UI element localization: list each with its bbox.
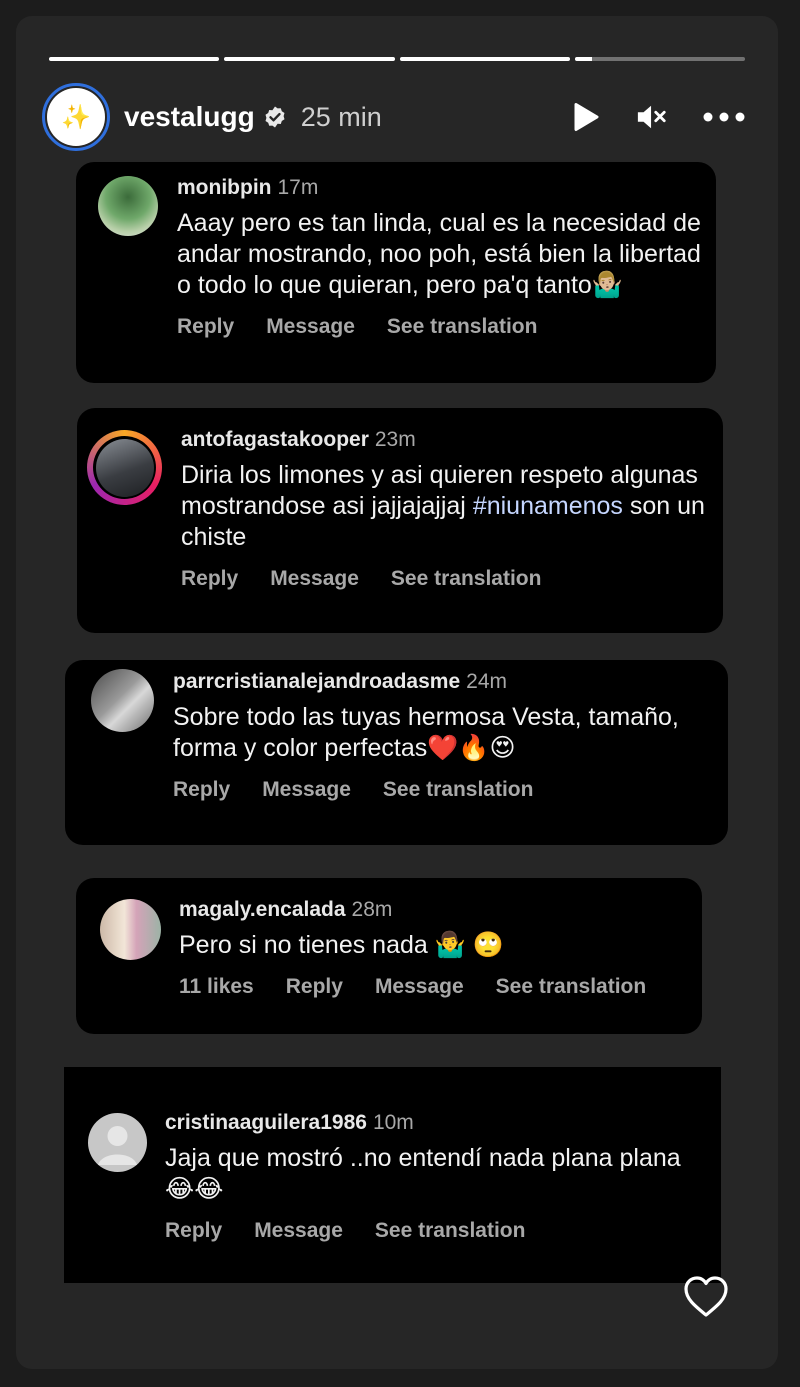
comment-username[interactable]: cristinaaguilera1986 [165,1111,367,1134]
comment-card: antofagastakooper 23m Diria los limones y… [77,408,723,633]
comment-card: monibpin 17m Aaay pero es tan linda, cual… [76,162,716,383]
see-translation-button[interactable]: See translation [391,567,542,591]
hashtag-link[interactable]: #niunamenos [473,492,623,520]
heart-icon [684,1276,728,1317]
progress-segment [574,57,745,61]
see-translation-button[interactable]: See translation [496,975,647,999]
reply-button[interactable]: Reply [173,778,230,802]
comment-meta: magaly.encalada 28m [179,898,699,922]
comment-text: Sobre todo las tuyas hermosa Vesta, tama… [173,703,679,762]
comment-username[interactable]: magaly.encalada [179,898,346,921]
story-time: 25 min [300,101,382,132]
see-translation-button[interactable]: See translation [375,1219,526,1243]
message-button[interactable]: Message [262,778,351,802]
story-controls [570,101,746,133]
mute-icon [637,105,666,129]
comment-meta: parrcristianalejandroadasme 24m [173,670,723,694]
default-avatar-icon [98,1126,137,1165]
verified-badge-icon [265,106,285,128]
comment-meta: monibpin 17m [177,176,707,200]
more-button[interactable] [702,101,746,133]
see-translation-button[interactable]: See translation [387,315,538,339]
sparkles-icon: ✨ [47,88,105,146]
comment-card: cristinaaguilera1986 10m Jaja que mostró … [64,1067,721,1283]
story-progress-bar [49,57,745,61]
reply-button[interactable]: Reply [165,1219,222,1243]
see-translation-button[interactable]: See translation [383,778,534,802]
comment-time: 23m [374,428,416,451]
story-username[interactable]: vestalugg [124,101,255,133]
comment-avatar[interactable] [87,430,162,505]
comment-actions: Reply Message See translation [181,567,716,591]
comment-actions: Reply Message See translation [173,778,723,802]
more-icon [703,112,745,122]
comment-username[interactable]: monibpin [177,176,271,199]
message-button[interactable]: Message [266,315,355,339]
comment-avatar[interactable] [91,669,154,732]
comment-text: Pero si no tienes nada 🤷‍♂️ 🙄 [179,931,504,959]
comment-avatar[interactable] [98,176,158,236]
likes-count[interactable]: 11 likes [179,975,254,999]
comment-text: Diria los limones y asi quieren respeto … [181,461,705,551]
comment-avatar[interactable] [100,899,161,960]
reply-button[interactable]: Reply [286,975,343,999]
comment-actions: Reply Message See translation [165,1219,705,1243]
comment-avatar[interactable] [88,1113,147,1172]
reply-button[interactable]: Reply [177,315,234,339]
comment-time: 17m [277,176,319,199]
reply-button[interactable]: Reply [181,567,238,591]
story-avatar[interactable]: ✨ [42,83,110,151]
story-header: ✨ vestalugg 25 min [42,80,746,154]
comment-text: Jaja que mostró ..no entendí nada plana … [165,1144,681,1203]
comment-actions: 11 likes Reply Message See translation [179,975,699,999]
comment-time: 24m [466,670,507,693]
progress-segment [399,57,570,61]
comment-time: 28m [351,898,393,921]
comment-card: magaly.encalada 28m Pero si no tienes nad… [76,878,702,1034]
comment-meta: cristinaaguilera1986 10m [165,1111,705,1135]
message-button[interactable]: Message [375,975,464,999]
comment-actions: Reply Message See translation [177,315,707,339]
comment-username[interactable]: parrcristianalejandroadasme [173,670,460,693]
comment-username[interactable]: antofagastakooper [181,428,369,451]
like-button[interactable] [683,1275,729,1319]
mute-button[interactable] [636,101,668,133]
message-button[interactable]: Message [270,567,359,591]
comment-text: Aaay pero es tan linda, cual es la neces… [177,209,701,299]
comment-meta: antofagastakooper 23m [181,428,716,452]
progress-segment [224,57,395,61]
comment-card: parrcristianalejandroadasme 24m Sobre tod… [65,660,728,845]
comment-time: 10m [372,1111,414,1134]
progress-segment [49,57,220,61]
play-button[interactable] [570,101,602,133]
play-icon [574,103,599,131]
message-button[interactable]: Message [254,1219,343,1243]
